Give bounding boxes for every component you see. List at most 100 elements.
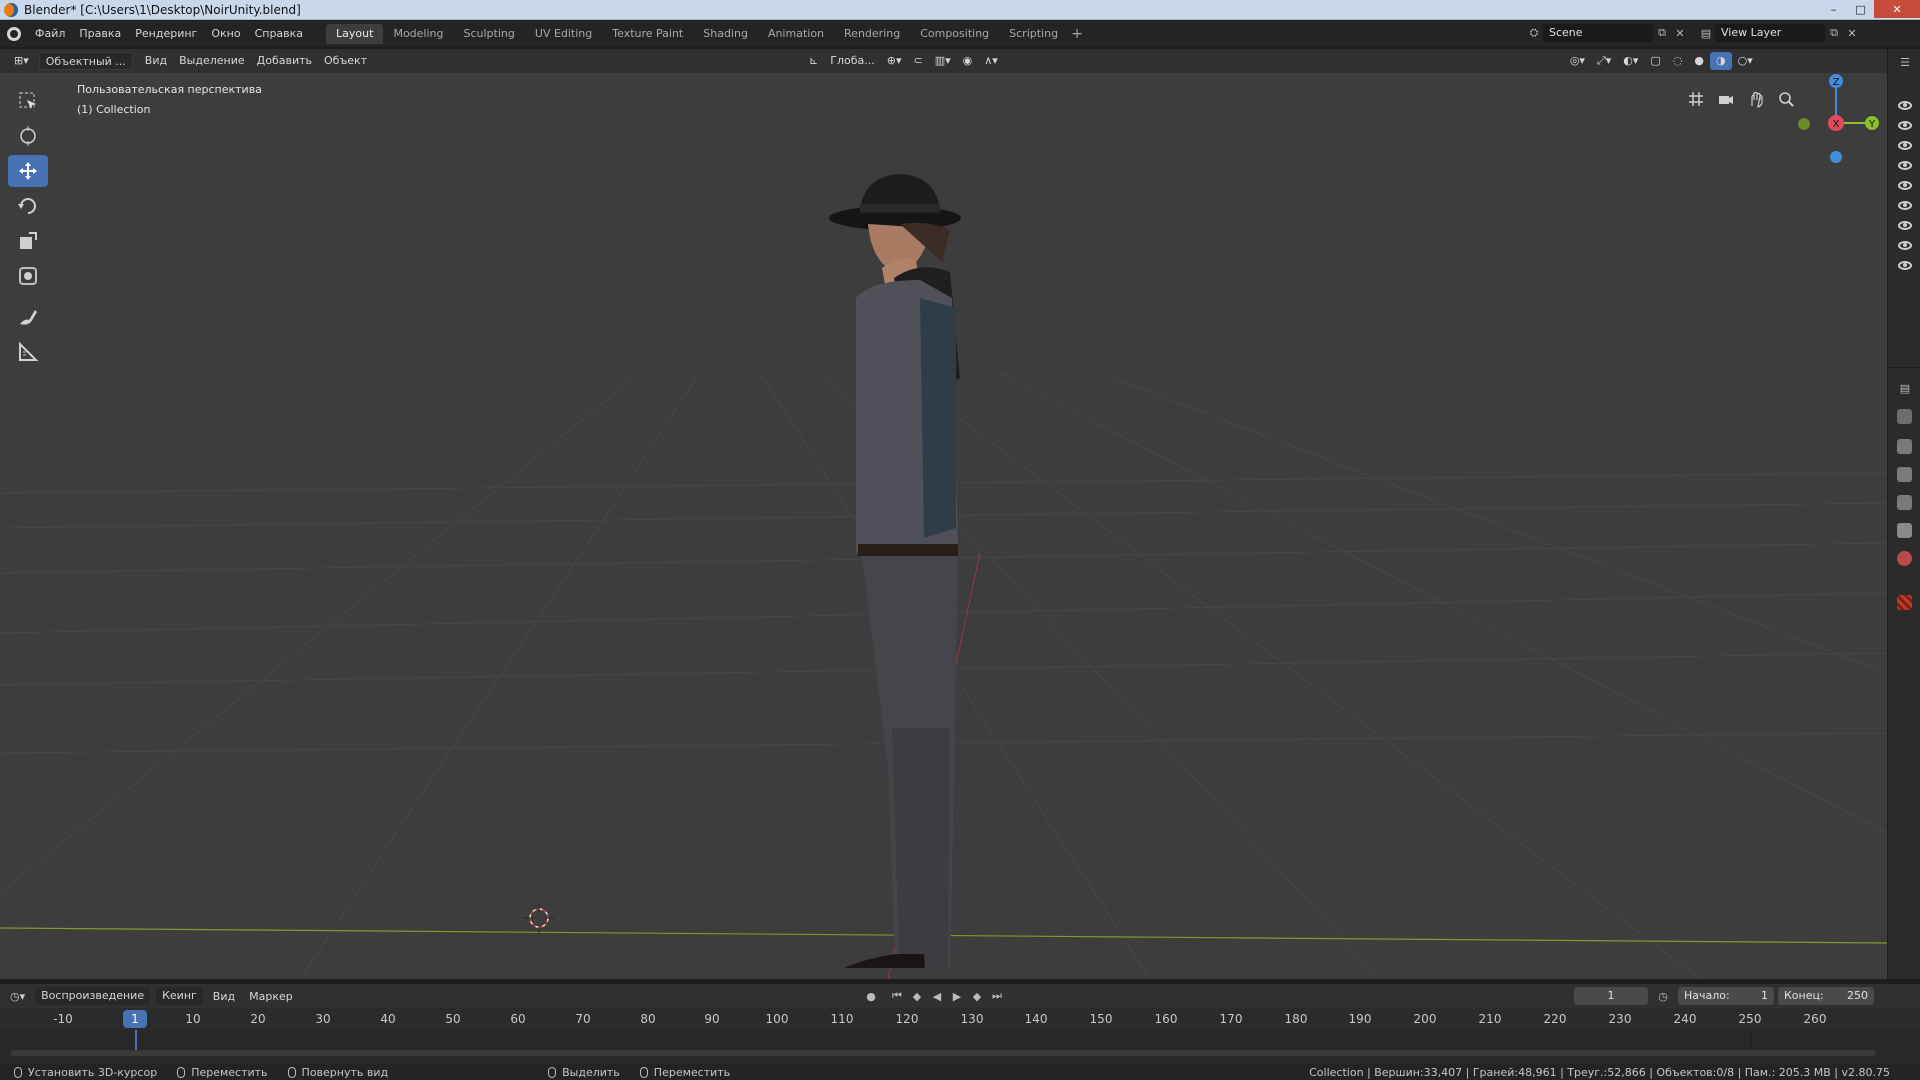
character-model[interactable] [800, 168, 1000, 968]
record-icon[interactable]: ● [862, 987, 880, 1005]
scene-properties-icon[interactable] [1897, 523, 1912, 538]
visibility-eye-icon[interactable] [1898, 141, 1912, 150]
texture-properties-icon[interactable] [1897, 595, 1912, 610]
move-tool[interactable] [8, 155, 48, 187]
blender-logo-icon[interactable] [0, 27, 28, 41]
tab-layout[interactable]: Layout [326, 24, 384, 44]
start-frame-field[interactable]: Начало: 1 [1678, 987, 1774, 1005]
add-workspace-button[interactable]: + [1068, 26, 1086, 42]
view-layer-icon[interactable]: ▤ [1697, 24, 1715, 42]
timeline-body[interactable] [0, 1030, 1920, 1064]
tab-sculpting[interactable]: Sculpting [454, 24, 525, 44]
rotate-tool[interactable] [8, 190, 48, 222]
menu-render[interactable]: Рендеринг [128, 21, 204, 47]
scale-tool[interactable] [8, 225, 48, 257]
visibility-eye-icon[interactable] [1898, 261, 1912, 270]
xray-icon[interactable]: ▢ [1644, 52, 1666, 70]
delete-scene-icon[interactable]: ✕ [1671, 24, 1689, 42]
visibility-eye-icon[interactable] [1898, 161, 1912, 170]
visibility-eye-icon[interactable] [1898, 101, 1912, 110]
menu-view[interactable]: Вид [139, 52, 173, 70]
properties-editor-icon[interactable]: ▤ [1896, 379, 1914, 397]
outliner-editor-icon[interactable]: ☰ [1896, 53, 1914, 71]
tab-animation[interactable]: Animation [758, 24, 834, 44]
visibility-eye-icon[interactable] [1898, 121, 1912, 130]
snap-target-icon[interactable]: ▥▾ [929, 52, 957, 70]
pan-view-icon[interactable] [1742, 85, 1770, 113]
solid-shading-icon[interactable]: ● [1688, 52, 1710, 70]
minimize-button[interactable]: – [1820, 0, 1847, 18]
transform-tool[interactable] [8, 260, 48, 292]
visibility-eye-icon[interactable] [1898, 201, 1912, 210]
editor-type-icon[interactable]: ⊞▾ [8, 52, 35, 70]
mode-dropdown[interactable]: Объектный ... [38, 52, 133, 70]
playback-menu[interactable]: Воспроизведение [35, 987, 151, 1005]
menu-edit[interactable]: Правка [72, 21, 128, 47]
jump-end-icon[interactable]: ⏭ [988, 987, 1006, 1005]
visibility-icon[interactable]: ◎▾ [1564, 52, 1591, 70]
menu-object[interactable]: Объект [318, 52, 373, 70]
timeline-ruler[interactable]: -10 1 10 20 30 40 50 60 70 80 90 100 110… [0, 1008, 1920, 1030]
measure-tool[interactable] [8, 336, 48, 368]
tab-texture-paint[interactable]: Texture Paint [602, 24, 693, 44]
pivot-icon[interactable]: ⊕▾ [881, 52, 908, 70]
3d-viewport[interactable]: Пользовательская перспектива (1) Collect… [0, 73, 1887, 979]
tool-properties-icon[interactable] [1897, 409, 1912, 424]
tab-rendering[interactable]: Rendering [834, 24, 910, 44]
visibility-eye-icon[interactable] [1898, 241, 1912, 250]
preview-range-icon[interactable]: ◷ [1654, 987, 1672, 1005]
select-box-tool[interactable] [8, 85, 48, 117]
menu-window[interactable]: Окно [204, 21, 247, 47]
play-icon[interactable]: ▶ [948, 987, 966, 1005]
menu-add[interactable]: Добавить [251, 52, 318, 70]
current-frame-field[interactable]: 1 [1574, 987, 1648, 1005]
marker-menu[interactable]: Маркер [249, 990, 293, 1003]
tab-shading[interactable]: Shading [693, 24, 758, 44]
tab-compositing[interactable]: Compositing [910, 24, 999, 44]
camera-view-icon[interactable] [1712, 85, 1740, 113]
tab-modeling[interactable]: Modeling [383, 24, 453, 44]
snap-icon[interactable]: ⊂ [908, 52, 929, 70]
maximize-button[interactable]: □ [1847, 0, 1874, 18]
tab-scripting[interactable]: Scripting [999, 24, 1068, 44]
next-keyframe-icon[interactable]: ◆ [968, 987, 986, 1005]
material-shading-icon[interactable]: ◑ [1710, 52, 1732, 70]
jump-start-icon[interactable]: ⏮ [888, 987, 906, 1005]
prev-keyframe-icon[interactable]: ◆ [908, 987, 926, 1005]
menu-help[interactable]: Справка [248, 21, 310, 47]
toggle-ortho-icon[interactable] [1682, 85, 1710, 113]
rendered-shading-icon[interactable]: ○▾ [1732, 52, 1759, 70]
keying-menu[interactable]: Кеинг [156, 987, 203, 1005]
timeline-editor-icon[interactable]: ◷▾ [10, 990, 25, 1003]
view-layer-properties-icon[interactable] [1897, 495, 1912, 510]
tab-uv-editing[interactable]: UV Editing [525, 24, 602, 44]
output-properties-icon[interactable] [1897, 467, 1912, 482]
view-layer-field[interactable]: View Layer [1715, 24, 1825, 42]
overlay-icon[interactable]: ◐▾ [1617, 52, 1644, 70]
wireframe-shading-icon[interactable]: ◌ [1667, 52, 1689, 70]
gizmo-icon[interactable]: ⤢▾ [1591, 52, 1617, 70]
close-button[interactable]: ✕ [1874, 0, 1920, 18]
visibility-eye-icon[interactable] [1898, 221, 1912, 230]
visibility-eye-icon[interactable] [1898, 181, 1912, 190]
current-frame-marker[interactable]: 1 [123, 1010, 147, 1028]
3d-cursor-icon[interactable] [524, 903, 554, 933]
play-reverse-icon[interactable]: ◀ [928, 987, 946, 1005]
menu-file[interactable]: Файл [28, 21, 72, 47]
render-properties-icon[interactable] [1897, 439, 1912, 454]
delete-view-layer-icon[interactable]: ✕ [1843, 24, 1861, 42]
menu-select[interactable]: Выделение [173, 52, 251, 70]
scene-icon[interactable]: ⛭ [1525, 24, 1543, 42]
cursor-tool[interactable] [8, 120, 48, 152]
new-scene-icon[interactable]: ⧉ [1653, 24, 1671, 42]
scene-name-field[interactable]: Scene [1543, 24, 1653, 42]
timeline-scrollbar[interactable] [10, 1050, 1876, 1056]
world-properties-icon[interactable] [1897, 551, 1912, 566]
annotate-tool[interactable] [8, 301, 48, 333]
new-view-layer-icon[interactable]: ⧉ [1825, 24, 1843, 42]
end-frame-field[interactable]: Конец: 250 [1778, 987, 1874, 1005]
navigation-gizmo[interactable]: Z X Y [1790, 73, 1880, 163]
proportional-edit-icon[interactable]: ◉ [957, 52, 979, 70]
transform-orientation-dropdown[interactable]: Глоба... [824, 52, 880, 70]
timeline-view-menu[interactable]: Вид [213, 990, 235, 1003]
